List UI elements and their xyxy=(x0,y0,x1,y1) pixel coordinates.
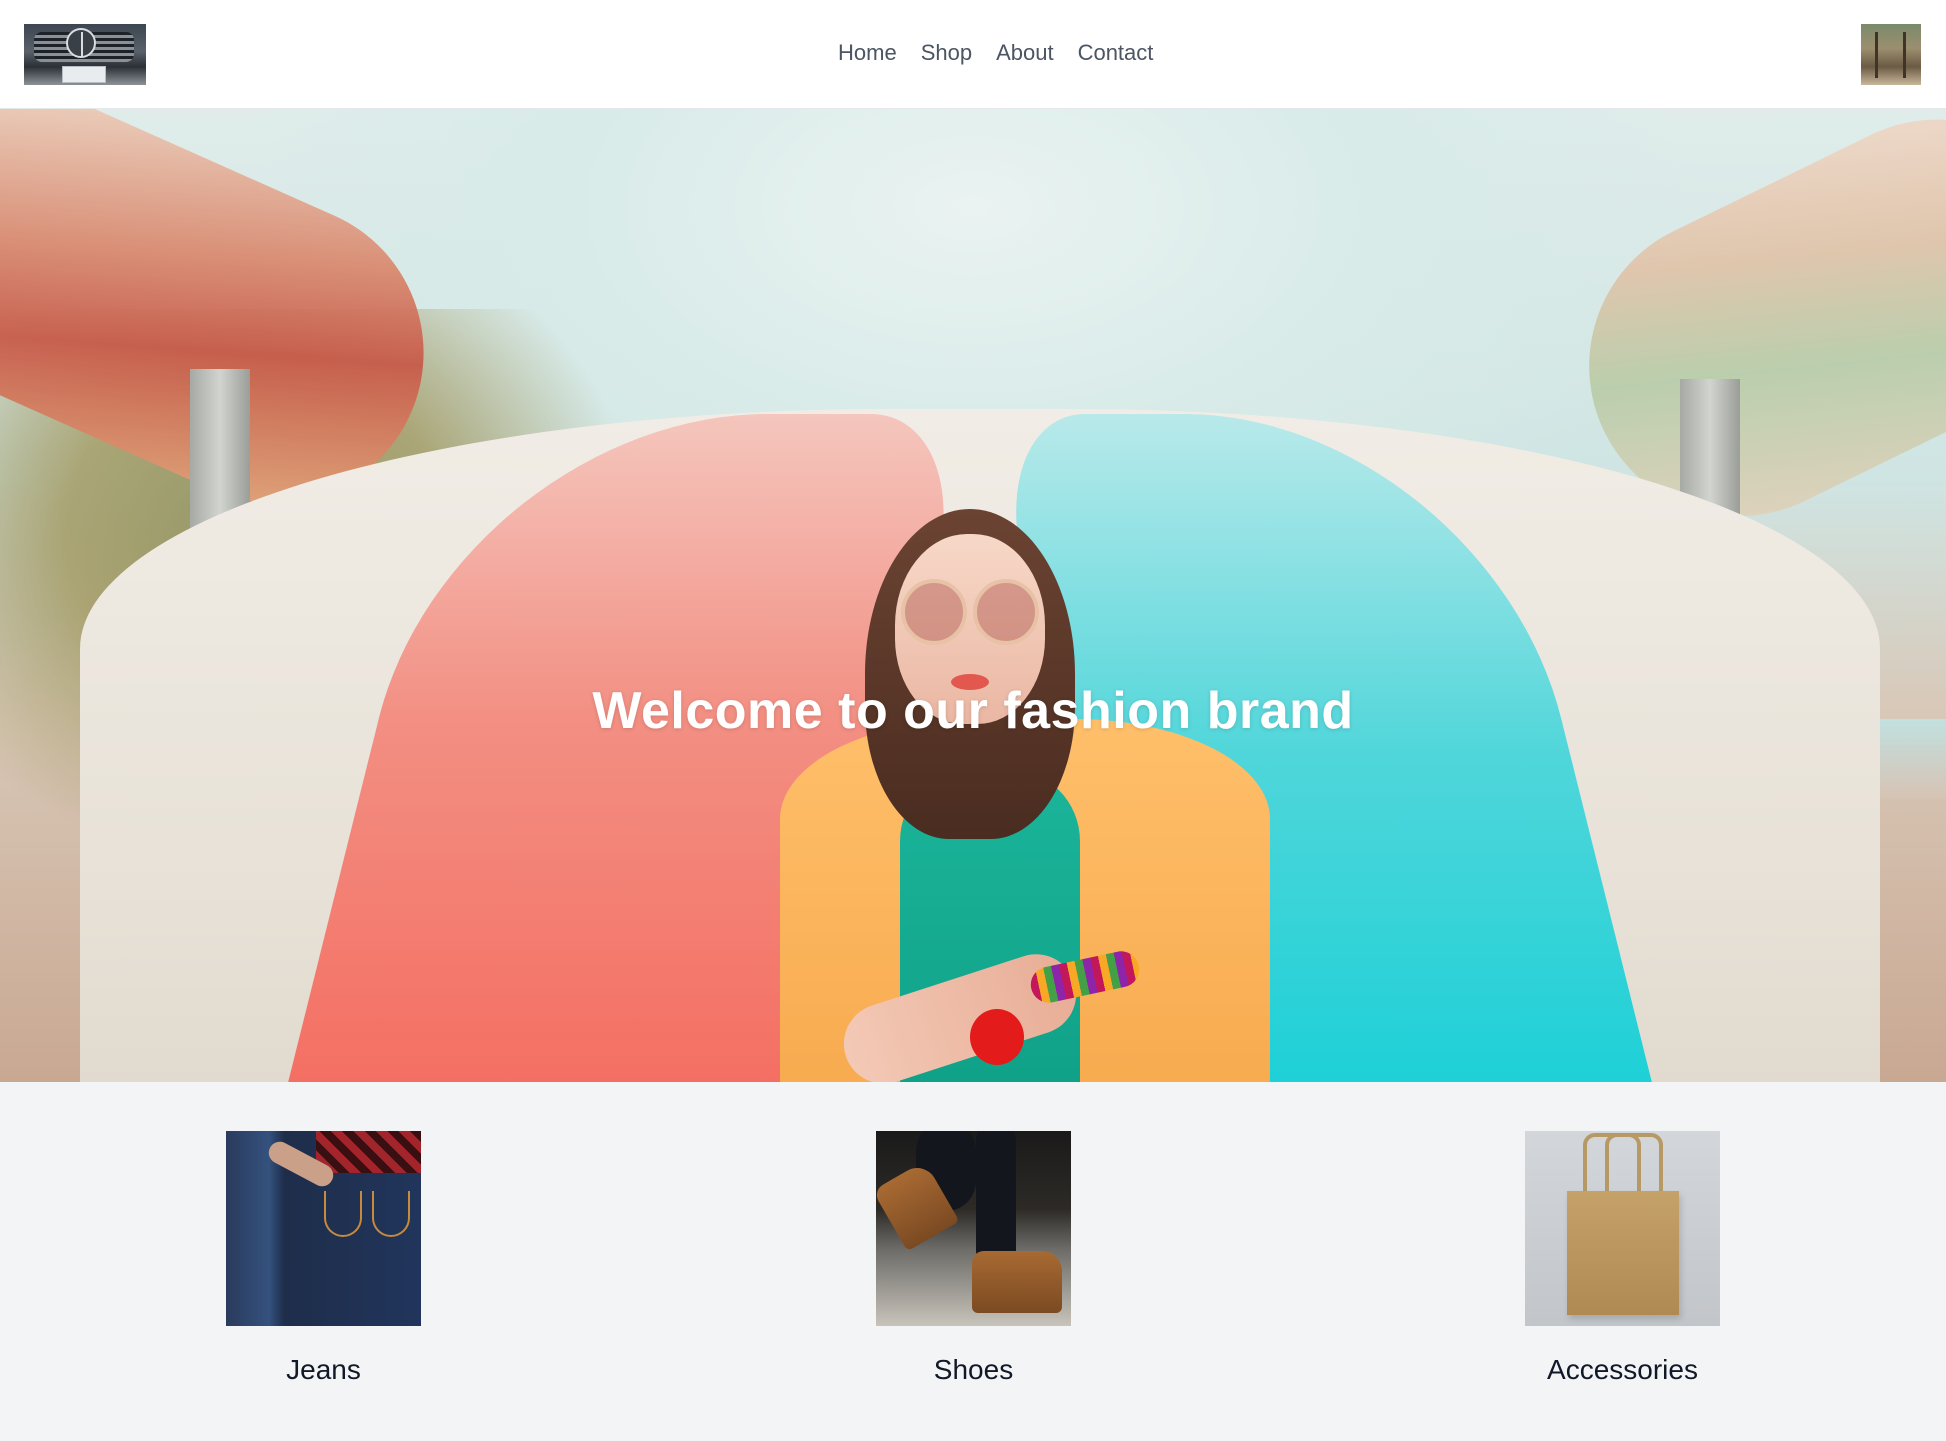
category-card-accessories[interactable]: Accessories xyxy=(1525,1131,1720,1388)
category-card-jeans[interactable]: Jeans xyxy=(226,1131,421,1388)
category-label[interactable]: Accessories xyxy=(1525,1352,1720,1388)
avatar-detail xyxy=(1875,32,1878,78)
boot-graphic xyxy=(972,1251,1062,1313)
license-plate-graphic xyxy=(62,66,106,83)
car-emblem-graphic xyxy=(66,28,96,58)
user-avatar-icon[interactable] xyxy=(1861,24,1921,85)
jeans-pocket xyxy=(372,1191,410,1237)
jeans-image[interactable] xyxy=(226,1131,421,1326)
hero-title: Welcome to our fashion brand xyxy=(592,682,1354,740)
category-label[interactable]: Shoes xyxy=(876,1352,1071,1388)
avatar-detail xyxy=(1903,32,1906,78)
hero-model-ring xyxy=(970,1009,1024,1065)
nav-link-about[interactable]: About xyxy=(996,38,1054,68)
logo-icon[interactable] xyxy=(24,24,146,85)
category-section: Jeans Shoes Accessories xyxy=(0,1082,1946,1441)
hero-banner: Welcome to our fashion brand xyxy=(0,109,1946,1082)
site-header: Home Shop About Contact xyxy=(0,0,1946,109)
shirt-pattern xyxy=(316,1131,421,1173)
nav-link-contact[interactable]: Contact xyxy=(1078,38,1154,68)
bag-image[interactable] xyxy=(1525,1131,1720,1326)
nav-link-home[interactable]: Home xyxy=(838,38,897,68)
jeans-pocket xyxy=(324,1191,362,1237)
shoes-image[interactable] xyxy=(876,1131,1071,1326)
sunglasses-lens-left xyxy=(901,579,967,645)
category-card-shoes[interactable]: Shoes xyxy=(876,1131,1071,1388)
category-label[interactable]: Jeans xyxy=(226,1352,421,1388)
main-nav: Home Shop About Contact xyxy=(838,38,1153,68)
nav-link-shop[interactable]: Shop xyxy=(921,38,972,68)
tote-bag-graphic xyxy=(1567,1191,1679,1315)
leg-graphic xyxy=(976,1131,1016,1271)
sunglasses-lens-right xyxy=(973,579,1039,645)
